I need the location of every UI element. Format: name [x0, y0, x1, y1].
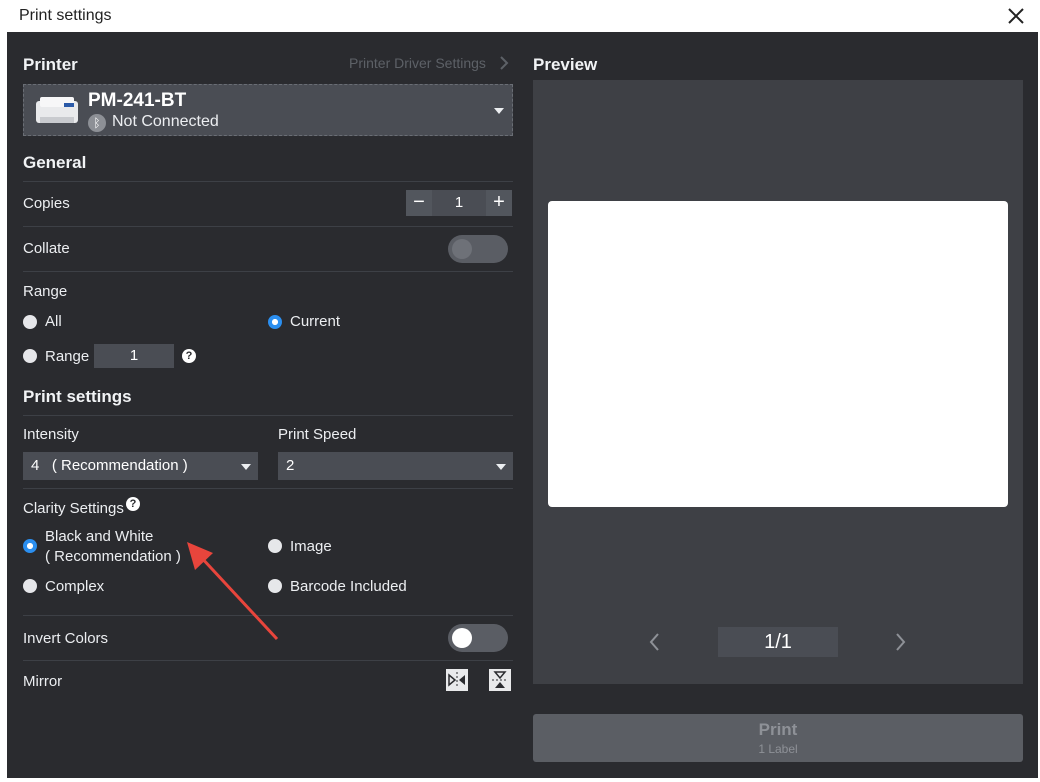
annotation-arrow: [187, 542, 279, 641]
radio-complex-label: Complex: [45, 578, 105, 595]
radio-range[interactable]: [23, 349, 37, 363]
print-button-label: Print: [758, 720, 798, 739]
settings-panel: Printer Printer Driver Settings PM-241-B…: [23, 32, 513, 778]
print-settings-heading: Print settings: [23, 387, 132, 406]
toggle-knob: [452, 628, 472, 648]
printer-driver-settings-link[interactable]: Printer Driver Settings: [349, 55, 486, 71]
window-title: Print settings: [19, 7, 112, 24]
clarity-settings-label: Clarity Settings: [23, 500, 124, 517]
copies-label: Copies: [23, 195, 70, 212]
copies-value[interactable]: 1: [433, 190, 485, 216]
label-preview: [548, 201, 1008, 507]
close-icon[interactable]: [1004, 4, 1028, 28]
invert-colors-toggle[interactable]: [448, 624, 508, 652]
chevron-down-icon: [494, 108, 504, 114]
divider: [23, 660, 513, 661]
divider: [23, 226, 513, 227]
chevron-down-icon: [241, 464, 251, 470]
mirror-vertical-icon[interactable]: [489, 669, 511, 691]
radio-all-label: All: [45, 313, 62, 330]
intensity-label: Intensity: [23, 426, 79, 443]
collate-label: Collate: [23, 240, 70, 257]
print-button[interactable]: Print 1 Label: [533, 714, 1023, 762]
chevron-down-icon: [496, 464, 506, 470]
mirror-horizontal-icon[interactable]: [446, 669, 468, 691]
divider: [23, 271, 513, 272]
radio-image-label: Image: [290, 538, 332, 555]
divider: [23, 415, 513, 416]
radio-current[interactable]: [268, 315, 282, 329]
radio-current-label: Current: [290, 313, 341, 330]
general-heading: General: [23, 153, 87, 172]
increment-button[interactable]: +: [486, 190, 512, 216]
print-speed-value: 2: [286, 457, 295, 474]
help-icon[interactable]: ?: [182, 349, 196, 363]
print-speed-select[interactable]: 2: [278, 452, 513, 480]
divider: [23, 488, 513, 489]
page-indicator: 1/1: [718, 627, 838, 657]
decrement-button[interactable]: −: [406, 190, 432, 216]
intensity-value: 4 ( Recommendation ): [31, 457, 188, 474]
radio-complex[interactable]: [23, 579, 37, 593]
printer-icon: [36, 97, 78, 123]
preview-area: 1/1: [533, 80, 1023, 684]
range-label: Range: [23, 283, 68, 300]
printer-status: Not Connected: [112, 113, 219, 130]
radio-all[interactable]: [23, 315, 37, 329]
title-bar: Print settings: [0, 0, 1040, 32]
copies-stepper: − 1 +: [406, 190, 512, 216]
preview-panel: Preview 1/1 Print 1 Label: [533, 32, 1023, 778]
printer-heading: Printer: [23, 55, 78, 74]
preview-heading: Preview: [533, 55, 598, 74]
divider: [23, 181, 513, 182]
radio-range-label: Range: [45, 348, 90, 365]
radio-black-and-white[interactable]: [23, 539, 37, 553]
collate-toggle[interactable]: [448, 235, 508, 263]
radio-barcode-label: Barcode Included: [290, 578, 407, 595]
chevron-right-icon[interactable]: [499, 56, 509, 70]
chevron-right-icon[interactable]: [888, 630, 912, 654]
print-speed-label: Print Speed: [278, 426, 357, 443]
intensity-select[interactable]: 4 ( Recommendation ): [23, 452, 258, 480]
mirror-label: Mirror: [23, 673, 63, 690]
invert-colors-label: Invert Colors: [23, 630, 109, 647]
range-input[interactable]: 1: [94, 344, 174, 368]
toggle-knob: [452, 239, 472, 259]
print-button-sublabel: 1 Label: [758, 742, 798, 756]
help-icon[interactable]: ?: [126, 497, 140, 511]
chevron-left-icon[interactable]: [643, 630, 667, 654]
black-white-label-line1: Black and White: [45, 528, 154, 545]
bluetooth-icon: ᛒ: [88, 114, 106, 132]
print-settings-dialog: Printer Printer Driver Settings PM-241-B…: [7, 32, 1038, 778]
printer-name: PM-241-BT: [88, 90, 187, 111]
black-white-label-line2: ( Recommendation ): [45, 548, 181, 565]
printer-select[interactable]: PM-241-BT ᛒ Not Connected: [23, 84, 513, 136]
